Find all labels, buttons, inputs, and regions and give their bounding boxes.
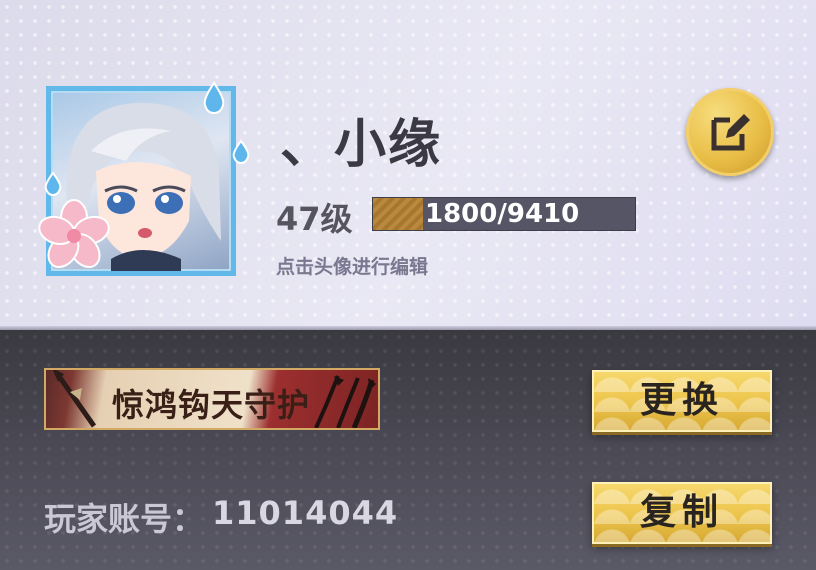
avatar[interactable] — [38, 81, 250, 276]
blades-icon — [314, 375, 376, 428]
water-drop-icon — [203, 81, 225, 115]
exp-progress-fill — [373, 198, 424, 230]
water-drop-icon — [44, 171, 62, 197]
exp-value: 1800/9410 — [425, 199, 580, 229]
change-title-button[interactable]: 更换 — [592, 370, 772, 432]
water-drop-icon — [232, 139, 250, 165]
title-badge[interactable]: 惊鸿钩天守护 — [44, 368, 380, 430]
copy-account-button[interactable]: 复制 — [592, 482, 772, 544]
account-id-value: 11014044 — [212, 494, 399, 532]
edit-icon — [711, 114, 750, 151]
exp-progress-bar: 1800/9410 — [372, 197, 636, 231]
edit-profile-button[interactable] — [686, 88, 774, 176]
player-level: 47级 — [276, 200, 353, 238]
avatar-edit-hint: 点击头像进行编辑 — [276, 256, 429, 278]
title-name: 惊鸿钩天守护 — [112, 386, 311, 424]
player-name: 、小缘 — [280, 115, 443, 175]
account-id-label: 玩家账号： — [44, 500, 205, 538]
cherry-blossom-icon — [38, 199, 110, 269]
spear-icon — [52, 370, 97, 428]
